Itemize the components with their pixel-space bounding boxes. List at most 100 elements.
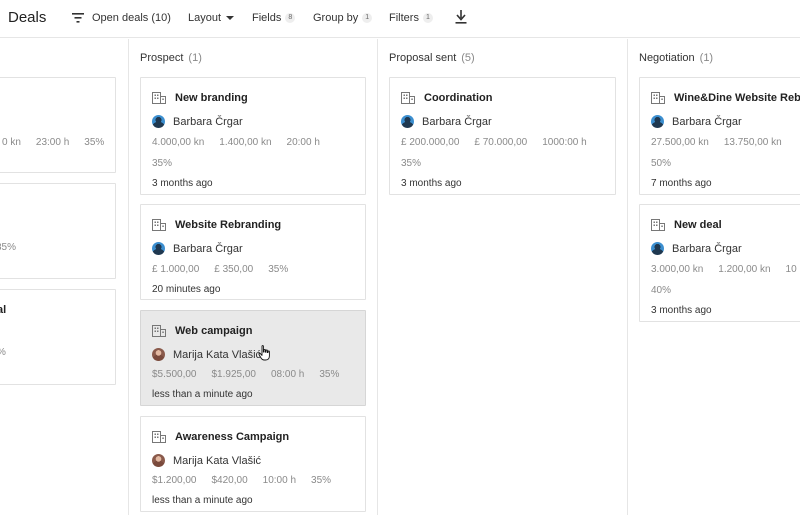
card-value: 4.000,00 kn: [152, 137, 205, 148]
filter-icon: [72, 13, 84, 23]
deal-card[interactable]: Web campaign Marija Kata Vlašić $5.500,0…: [140, 310, 366, 406]
card-value: 1000:00 h: [542, 137, 587, 148]
column-header: Negotiation (1): [639, 52, 713, 64]
card-value: 23:00 h: [35, 137, 70, 148]
card-percentage: 40%: [651, 285, 672, 296]
card-time: 3 months ago: [401, 178, 462, 189]
owner-name: Barbara Črgar: [173, 242, 243, 255]
owner-name: Barbara Črgar: [173, 115, 243, 128]
deal-card[interactable]: New deal Barbara Črgar 3.000,00 kn 1.200,…: [639, 204, 800, 322]
card-time: 20 minutes ago: [152, 284, 221, 295]
building-icon: [651, 92, 665, 104]
column-count: (1): [188, 52, 202, 64]
page-title: Deals: [8, 9, 47, 26]
building-icon: [152, 325, 166, 337]
card-percentage: 50%: [651, 158, 672, 169]
card-value: £ 1.000,00: [152, 264, 200, 275]
card-time: 7 months ago: [651, 178, 712, 189]
card-values: $1.200,00 $420,00 10:00 h 35%: [152, 475, 346, 486]
caret-down-icon: [226, 16, 235, 20]
layout-button[interactable]: Layout: [188, 12, 235, 24]
card-value: 1.400,00 kn: [219, 137, 272, 148]
layout-label: Layout: [188, 12, 222, 24]
owner-name: Barbara Črgar: [422, 115, 492, 128]
card-title-text: Wine&Dine Website Rebranding: [674, 92, 800, 104]
card-value: 08:00 h: [271, 369, 305, 380]
card-values: 0 kn 23:00 h 35%: [2, 137, 119, 148]
owner-name: Marija Kata Vlašić: [173, 454, 262, 467]
owner-name: Barbara Črgar: [672, 242, 742, 255]
deal-card[interactable]: 0 kn 23:00 h 35%: [0, 77, 116, 173]
group-by-button[interactable]: Group by 1: [313, 12, 373, 24]
card-values: 35%: [0, 242, 31, 253]
deal-card[interactable]: 35%: [0, 183, 116, 279]
card-title: Web campaign: [152, 325, 252, 337]
card-values: $5.500,00 $1.925,00 08:00 h 35%: [152, 369, 354, 380]
column-count: (5): [461, 52, 475, 64]
card-owner: Barbara Črgar: [152, 242, 243, 255]
card-owner: Barbara Črgar: [651, 242, 742, 255]
deal-card[interactable]: Website Rebranding Barbara Črgar £ 1.000…: [140, 204, 366, 300]
card-title-text: Awareness Campaign: [175, 431, 290, 443]
open-deals-button[interactable]: Open deals (10): [72, 12, 171, 24]
column-negotiation: Negotiation (1) Wine&Dine Website Rebrand…: [628, 39, 800, 515]
card-percentage: 35%: [401, 158, 422, 169]
column-name: Proposal sent: [389, 52, 457, 64]
card-value: $420,00: [211, 475, 248, 486]
fields-count-badge: 8: [285, 13, 296, 23]
column-header: Proposal sent (5): [389, 52, 475, 64]
avatar: [651, 242, 664, 255]
card-value: 3.000,00 kn: [651, 264, 704, 275]
column-proposal-sent: Proposal sent (5) Coordination Barbara Čr…: [378, 39, 628, 515]
building-icon: [152, 431, 166, 443]
card-title-text: Coordination: [424, 92, 493, 104]
card-percentage: 35%: [152, 158, 173, 169]
card-value: %: [0, 347, 6, 358]
card-values: 4.000,00 kn 1.400,00 kn 20:00 h: [152, 137, 335, 148]
card-value: 35%: [0, 242, 17, 253]
avatar: [152, 348, 165, 361]
open-deals-label: Open deals (10): [92, 12, 171, 24]
card-title-text: Website Rebranding: [175, 219, 282, 231]
card-owner: Barbara Črgar: [152, 115, 243, 128]
deal-card[interactable]: al %: [0, 289, 116, 385]
avatar: [401, 115, 414, 128]
building-icon: [152, 92, 166, 104]
card-title-text: New branding: [175, 92, 248, 104]
building-icon: [651, 219, 665, 231]
deal-card[interactable]: New branding Barbara Črgar 4.000,00 kn 1.…: [140, 77, 366, 195]
filters-count-badge: 1: [422, 13, 433, 23]
card-value: 27.500,00 kn: [651, 137, 709, 148]
avatar: [651, 115, 664, 128]
card-title: Wine&Dine Website Rebranding: [651, 92, 800, 104]
card-time: 3 months ago: [152, 178, 213, 189]
column-prospect: Prospect (1) New branding Barbara Črgar 4…: [129, 39, 378, 515]
column-count: (1): [699, 52, 714, 64]
fields-button[interactable]: Fields 8: [252, 12, 296, 24]
card-owner: Barbara Črgar: [401, 115, 492, 128]
card-values: 3.000,00 kn 1.200,00 kn 10: [651, 264, 800, 275]
top-bar: Deals Open deals (10) Layout Fields 8 Gr…: [0, 0, 800, 38]
card-title: New deal: [651, 219, 722, 231]
card-time: 3 months ago: [651, 305, 712, 316]
card-value: 10:00 h: [262, 475, 297, 486]
card-value: 0 kn: [2, 137, 21, 148]
deal-card[interactable]: Wine&Dine Website Rebranding Barbara Črg…: [639, 77, 800, 195]
card-value: 35%: [319, 369, 340, 380]
column-name: Prospect: [140, 52, 184, 64]
card-values: %: [0, 347, 21, 358]
download-icon: [455, 10, 467, 24]
avatar: [152, 115, 165, 128]
card-value: 35%: [268, 264, 289, 275]
deal-card[interactable]: Coordination Barbara Črgar £ 200.000,00 £…: [389, 77, 616, 195]
card-value: £ 350,00: [214, 264, 254, 275]
owner-name: Marija Kata Vlašić: [173, 348, 262, 361]
filters-button[interactable]: Filters 1: [389, 12, 433, 24]
download-button[interactable]: [455, 10, 467, 24]
card-time: less than a minute ago: [152, 389, 253, 400]
deal-card[interactable]: Awareness Campaign Marija Kata Vlašić $1…: [140, 416, 366, 512]
card-values: £ 1.000,00 £ 350,00 35%: [152, 264, 303, 275]
card-time: less than a minute ago: [152, 495, 253, 506]
card-owner: Marija Kata Vlašić: [152, 454, 261, 467]
avatar: [152, 454, 165, 467]
